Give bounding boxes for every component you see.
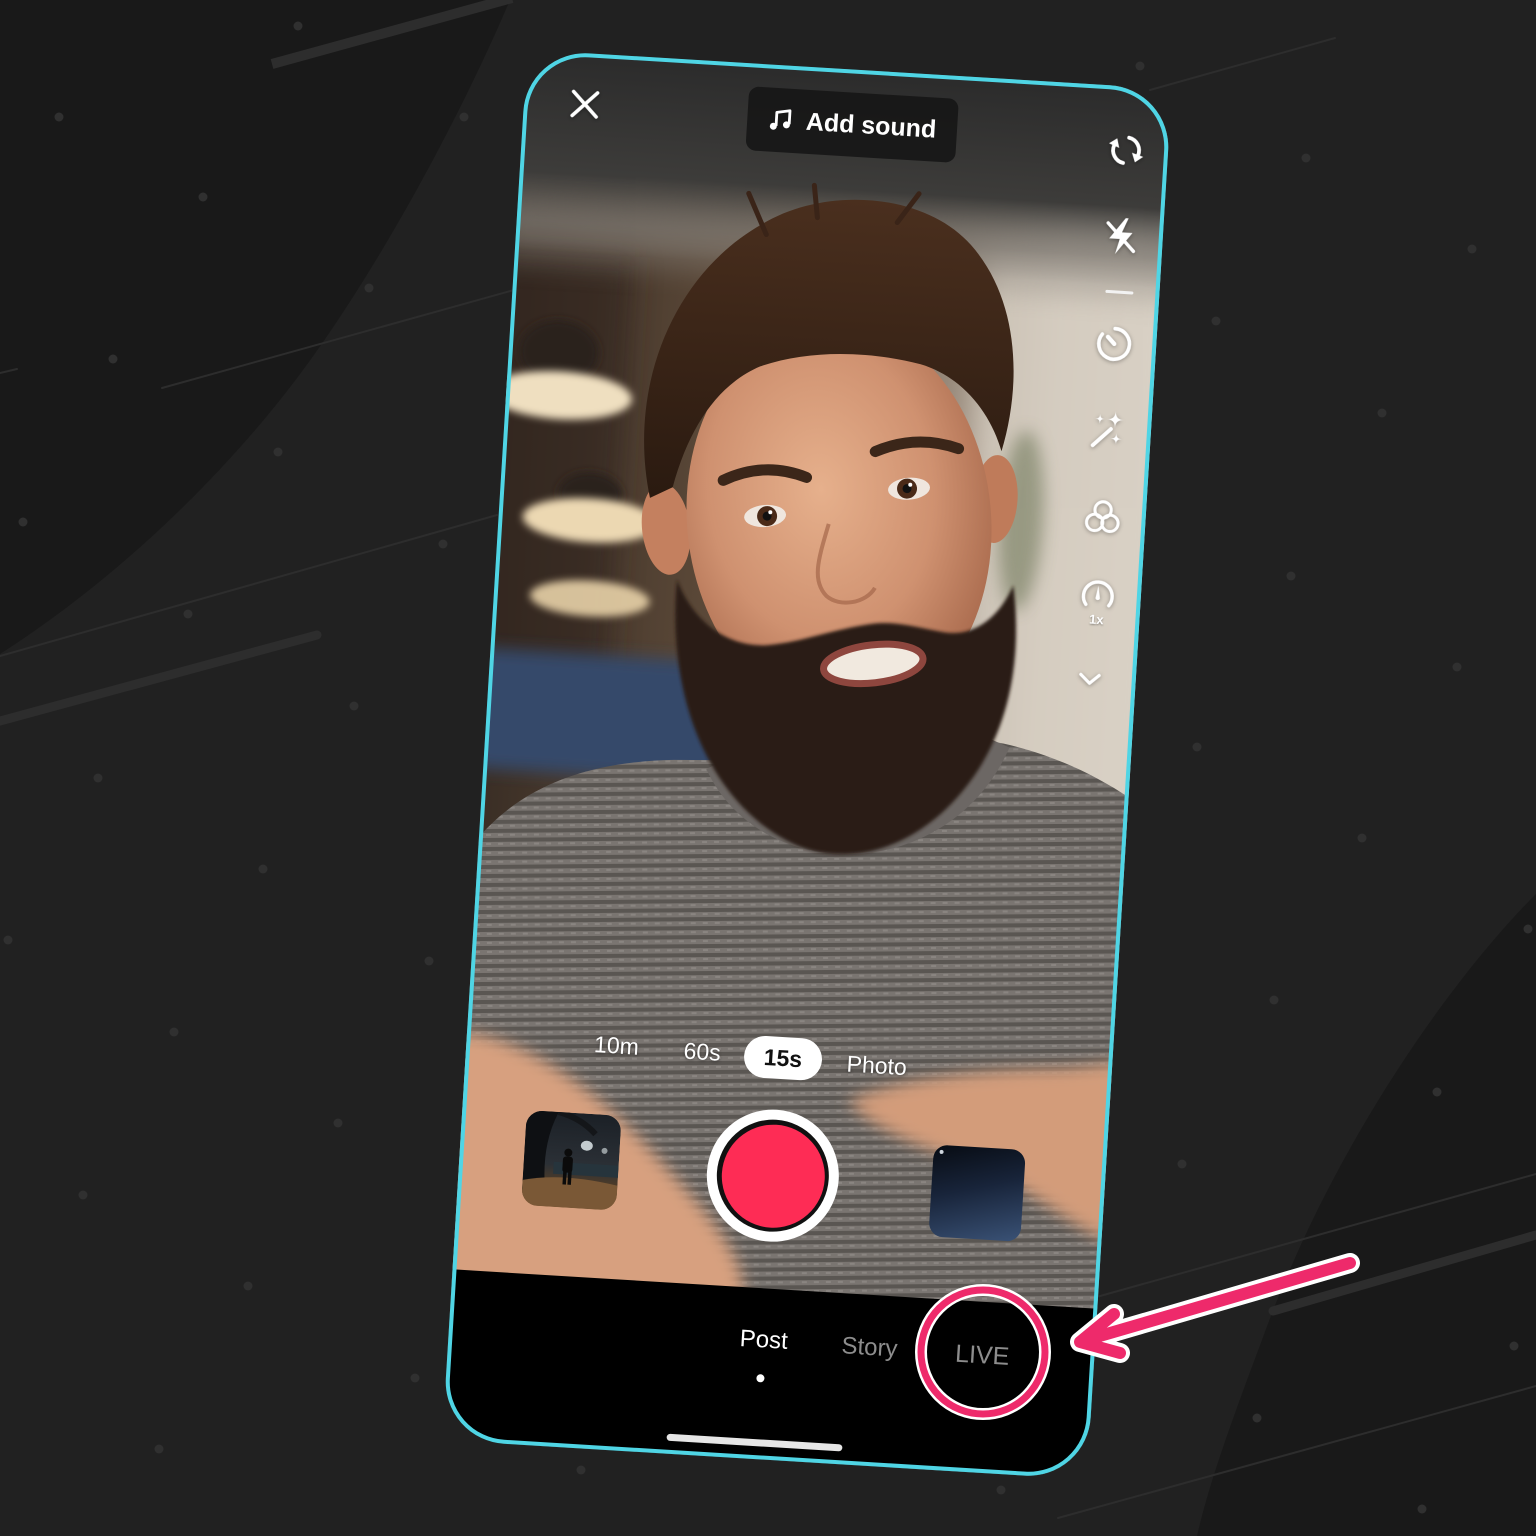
bg-dot xyxy=(424,956,434,966)
add-sound-label: Add sound xyxy=(805,106,938,143)
filters-icon xyxy=(1084,499,1120,533)
bg-dot xyxy=(93,773,103,783)
stage: Add sound 1x 10m 60s 15s Photo Post Stor… xyxy=(0,0,1536,1536)
mode-tab-live[interactable]: LIVE xyxy=(954,1339,1010,1371)
gallery-photo xyxy=(521,1109,622,1211)
bg-dot xyxy=(1301,153,1311,163)
filters-button[interactable] xyxy=(1074,488,1131,545)
thumbnail-indicator-dot xyxy=(939,1149,944,1154)
bg-dot xyxy=(1509,1341,1519,1351)
effects-thumbnail[interactable] xyxy=(928,1143,1026,1242)
record-dot xyxy=(718,1120,828,1230)
bg-dot xyxy=(198,192,208,202)
bg-dot xyxy=(273,447,283,457)
bg-dot xyxy=(1377,408,1387,418)
bg-dot xyxy=(1135,61,1145,71)
bg-dot xyxy=(410,1373,420,1383)
camera-feed xyxy=(442,49,1172,1479)
flip-camera-button[interactable] xyxy=(1097,121,1154,178)
bg-dot xyxy=(349,701,359,711)
bg-dot xyxy=(54,112,64,122)
duration-tab-photo[interactable]: Photo xyxy=(846,1050,908,1081)
bg-dot xyxy=(1417,1504,1427,1514)
magic-wand-icon xyxy=(1090,410,1124,447)
bg-dot xyxy=(243,1281,253,1291)
gallery-thumbnail[interactable] xyxy=(521,1109,622,1211)
bg-dot xyxy=(258,864,268,874)
bg-dot xyxy=(183,609,193,619)
bg-dot xyxy=(1269,995,1279,1005)
bg-dot xyxy=(438,539,448,549)
bg-dot xyxy=(1357,833,1367,843)
bg-dot xyxy=(459,112,469,122)
record-ring xyxy=(713,1115,833,1235)
close-button[interactable] xyxy=(564,83,606,125)
mode-tab-story[interactable]: Story xyxy=(841,1332,899,1363)
music-note-icon xyxy=(769,108,792,130)
timer-icon xyxy=(1097,326,1132,361)
bg-dot xyxy=(1467,244,1477,254)
chevron-down-icon xyxy=(1079,672,1101,685)
more-tools-button[interactable] xyxy=(1061,650,1118,707)
duration-tab-15s[interactable]: 15s xyxy=(742,1034,824,1081)
bg-dot xyxy=(169,1027,179,1037)
bg-dot xyxy=(78,1190,88,1200)
duration-tab-60s[interactable]: 60s xyxy=(683,1037,722,1066)
duration-tab-10m[interactable]: 10m xyxy=(593,1031,639,1061)
add-sound-button[interactable]: Add sound xyxy=(745,85,959,163)
bg-dot xyxy=(1452,662,1462,672)
timer-button[interactable] xyxy=(1086,314,1143,371)
flash-button[interactable] xyxy=(1092,207,1149,264)
bg-dot xyxy=(333,1118,343,1128)
mode-tab-post[interactable]: Post xyxy=(739,1324,789,1355)
flash-off-icon xyxy=(1106,217,1136,254)
active-mode-indicator xyxy=(756,1373,765,1383)
bg-dot xyxy=(364,283,374,293)
phone-frame: Add sound 1x 10m 60s 15s Photo Post Stor… xyxy=(442,49,1172,1479)
bg-dot xyxy=(1432,1087,1442,1097)
bg-dot xyxy=(1211,316,1221,326)
bg-dot xyxy=(1286,571,1296,581)
bg-dot xyxy=(293,21,303,31)
bg-dot xyxy=(1523,924,1533,934)
flip-camera-icon xyxy=(1108,135,1144,165)
bg-dot xyxy=(576,1465,586,1475)
close-icon xyxy=(570,89,600,119)
bg-dot xyxy=(154,1444,164,1454)
bg-dot xyxy=(1177,1159,1187,1169)
bg-dot xyxy=(108,354,118,364)
camera-screen: Add sound 1x 10m 60s 15s Photo Post Stor… xyxy=(442,49,1172,1479)
bg-dot xyxy=(1192,742,1202,752)
effects-button[interactable] xyxy=(1079,402,1136,459)
bg-dot xyxy=(3,935,13,945)
bg-dot xyxy=(18,517,28,527)
bg-dot xyxy=(1252,1413,1262,1423)
bg-dot xyxy=(996,1485,1006,1495)
speed-badge: 1x xyxy=(1088,610,1105,627)
